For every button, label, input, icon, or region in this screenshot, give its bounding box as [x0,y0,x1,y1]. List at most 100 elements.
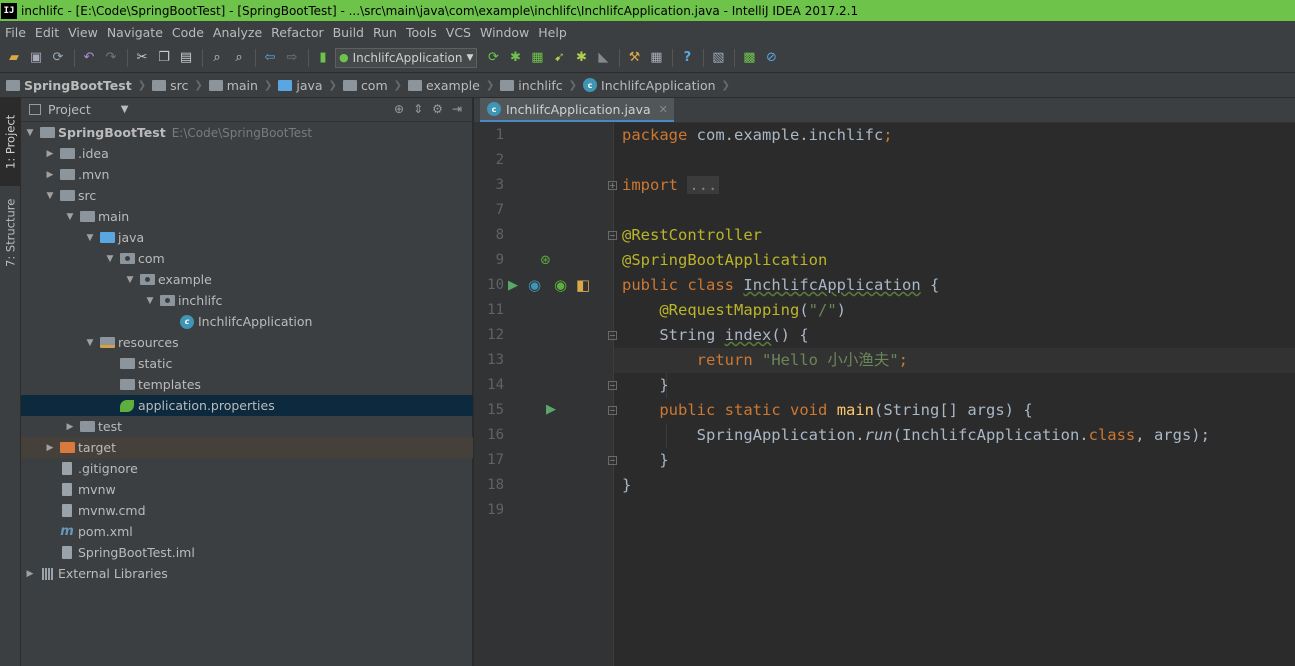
menu-refactor[interactable]: Refactor [267,25,327,40]
tree-item-application-properties[interactable]: application.properties [21,395,473,416]
undo-icon[interactable]: ↶ [79,48,99,68]
sdk-manager-icon[interactable]: ▧ [708,48,728,68]
help-icon[interactable]: ? [677,48,697,68]
locate-icon[interactable]: ⊕ [394,102,404,116]
fold-expand-icon[interactable]: + [608,181,617,190]
jrebel-run-icon[interactable]: ➹ [549,48,569,68]
fold-end-icon[interactable]: − [608,456,617,465]
breadcrumb-main[interactable]: main ❯ [208,78,272,93]
tree-item-target[interactable]: ▶ target [21,437,473,458]
tree-item-java[interactable]: ▼ java [21,227,473,248]
tree-item-idea[interactable]: ▶ .idea [21,143,473,164]
fold-collapse-icon[interactable]: − [608,331,617,340]
tab-project[interactable]: 1: Project [0,98,21,186]
chevron-down-icon[interactable]: ▼ [123,275,137,285]
run-configuration-select[interactable]: ● InchlifcApplication ▼ [335,47,478,68]
breadcrumb-project[interactable]: SpringBootTest ❯ [6,78,146,93]
chevron-right-icon[interactable]: ▶ [43,170,57,180]
fold-collapse-icon[interactable]: − [608,406,617,415]
rerun-icon[interactable]: ⟳ [483,48,503,68]
chevron-down-icon[interactable]: ▼ [121,104,129,115]
tree-item-mvnw-cmd[interactable]: mvnw.cmd [21,500,473,521]
redo-icon[interactable]: ↷ [101,48,121,68]
fold-collapse-icon[interactable]: − [608,231,617,240]
tree-item-external-libraries[interactable]: ▶ External Libraries [21,563,473,584]
chevron-right-icon[interactable]: ▶ [43,443,57,453]
project-structure-icon[interactable]: ▦ [646,48,666,68]
tree-item-pom[interactable]: m pom.xml [21,521,473,542]
cut-icon[interactable]: ✂ [132,48,152,68]
tree-item-mvnw[interactable]: mvnw [21,479,473,500]
chevron-down-icon[interactable]: ▼ [83,338,97,348]
chevron-right-icon[interactable]: ▶ [43,149,57,159]
copy-icon[interactable]: ❐ [154,48,174,68]
run-gutter-icon[interactable]: ▶ [546,402,556,417]
menu-view[interactable]: View [64,25,102,40]
tree-item-templates[interactable]: templates [21,374,473,395]
chevron-down-icon[interactable]: ▼ [23,128,37,138]
coverage-icon[interactable]: ▦ [527,48,547,68]
tree-item-src[interactable]: ▼ src [21,185,473,206]
spring-class-gutter-icon[interactable]: ◉ [528,276,541,294]
breadcrumb-src[interactable]: src ❯ [152,78,203,93]
run-gutter-icon[interactable]: ▶ [508,278,518,293]
menu-tools[interactable]: Tools [402,25,441,40]
back-icon[interactable]: ⇦ [260,48,280,68]
paste-icon[interactable]: ▤ [176,48,196,68]
menu-run[interactable]: Run [369,25,401,40]
spring-bean-gutter-icon[interactable]: ◧ [576,276,590,294]
menu-edit[interactable]: Edit [31,25,63,40]
breadcrumb-class[interactable]: c InchlifcApplication ❯ [583,78,730,93]
menu-window[interactable]: Window [476,25,533,40]
folded-imports[interactable]: ... [687,176,720,194]
debug-icon[interactable]: ✱ [505,48,525,68]
close-icon[interactable]: ✕ [659,103,668,116]
tree-item-inchlifc-application[interactable]: c InchlifcApplication [21,311,473,332]
fold-end-icon[interactable]: − [608,381,617,390]
tree-item-inchlifc[interactable]: ▼ inchlifc [21,290,473,311]
menu-analyze[interactable]: Analyze [209,25,266,40]
tree-item-iml[interactable]: SpringBootTest.iml [21,542,473,563]
no-entry-icon[interactable]: ⊘ [761,48,781,68]
hide-icon[interactable]: ⇥ [452,102,462,116]
breadcrumb-java[interactable]: java ❯ [278,78,337,93]
chevron-down-icon[interactable]: ▼ [43,191,57,201]
menu-build[interactable]: Build [329,25,368,40]
build-icon[interactable]: ▮ [313,48,333,68]
gear-icon[interactable]: ⚙ [432,102,443,116]
menu-vcs[interactable]: VCS [442,25,475,40]
breadcrumb-com[interactable]: com ❯ [342,78,402,93]
save-icon[interactable]: ▣ [26,48,46,68]
tab-inchlifc-application[interactable]: c InchlifcApplication.java ✕ [480,98,674,122]
tab-structure[interactable]: 7: Structure [0,190,21,276]
tree-item-example[interactable]: ▼ example [21,269,473,290]
sync-icon[interactable]: ⟳ [48,48,68,68]
replace-icon[interactable]: ⌕ [229,48,249,68]
menu-code[interactable]: Code [168,25,208,40]
stop-icon[interactable]: ◣ [593,48,613,68]
menu-help[interactable]: Help [534,25,571,40]
breadcrumb-inchlifc[interactable]: inchlifc ❯ [500,78,577,93]
tree-item-project-root[interactable]: ▼ SpringBootTest E:\Code\SpringBootTest [21,122,473,143]
settings-icon[interactable]: ⚒ [624,48,644,68]
open-folder-icon[interactable]: ▰ [4,48,24,68]
menu-navigate[interactable]: Navigate [103,25,167,40]
project-view-select[interactable]: Project [48,102,91,117]
tree-item-static[interactable]: static [21,353,473,374]
tree-item-resources[interactable]: ▼ resources [21,332,473,353]
tree-item-main[interactable]: ▼ main [21,206,473,227]
chevron-down-icon[interactable]: ▼ [83,233,97,243]
jrebel-debug-icon[interactable]: ✱ [571,48,591,68]
chevron-right-icon[interactable]: ▶ [23,569,37,579]
breadcrumb-example[interactable]: example ❯ [408,78,494,93]
spring-config-gutter-icon[interactable]: ◉ [554,276,567,294]
spring-bean-gutter-icon[interactable]: ⊛ [540,253,551,268]
tree-item-gitignore[interactable]: .gitignore [21,458,473,479]
find-icon[interactable]: ⌕ [207,48,227,68]
tree-item-test[interactable]: ▶ test [21,416,473,437]
tree-item-com[interactable]: ▼ com [21,248,473,269]
chevron-down-icon[interactable]: ▼ [103,254,117,264]
menu-file[interactable]: File [1,25,30,40]
tree-item-mvn[interactable]: ▶ .mvn [21,164,473,185]
collapse-icon[interactable]: ⇕ [413,102,423,116]
